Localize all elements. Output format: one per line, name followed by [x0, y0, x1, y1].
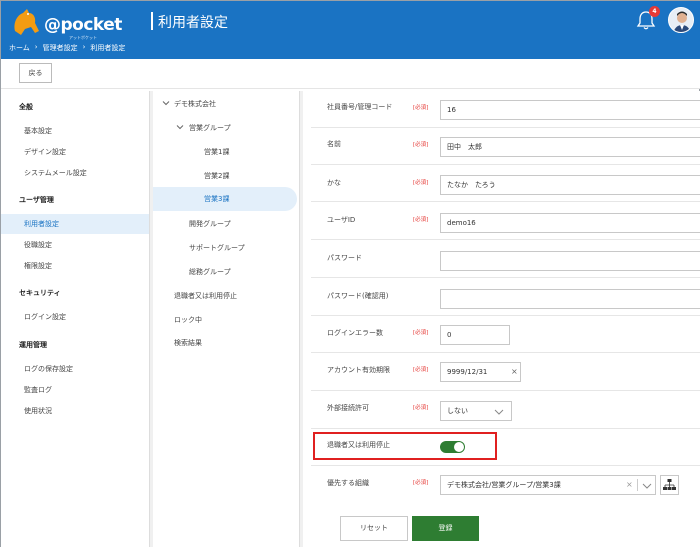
login-errors-label: ログインエラー数	[327, 329, 383, 337]
logo-sub: アットポケット	[69, 35, 97, 40]
breadcrumb-home[interactable]: ホーム	[9, 43, 30, 53]
breadcrumb-current: 利用者設定	[90, 44, 126, 52]
form-row-expiry: アカウント有効期限 [必須] 9999/12/31 ×	[311, 354, 700, 391]
form-row-login-errors: ログインエラー数 [必須] 0	[311, 316, 700, 353]
clear-date-icon[interactable]: ×	[511, 367, 518, 376]
app-logo[interactable]: @pocket アットポケット	[9, 5, 129, 40]
sidebar-item-usage[interactable]: 使用状況	[1, 401, 149, 421]
sidebar-item-login[interactable]: ログイン設定	[1, 307, 149, 327]
password-label: パスワード	[327, 254, 362, 262]
external-access-value: しない	[447, 407, 468, 415]
page-title: 利用者設定	[158, 15, 228, 31]
required-badge: [必須]	[413, 480, 429, 486]
form-row-password: パスワード	[311, 241, 700, 278]
expiry-label: アカウント有効期限	[327, 366, 390, 374]
employee-no-label: 社員番号/管理コード	[327, 103, 393, 111]
select-divider	[637, 479, 638, 491]
clear-org-icon[interactable]: ×	[626, 476, 633, 494]
required-badge: [必須]	[413, 180, 429, 186]
required-badge: [必須]	[413, 367, 429, 373]
tree-item-root[interactable]: デモ株式会社	[174, 99, 216, 109]
tree-item-sales-3[interactable]: 営業3課	[153, 187, 297, 211]
tree-item-support-group[interactable]: サポートグループ	[189, 243, 245, 253]
nav-section-security: セキュリティ	[19, 289, 61, 297]
form-row-user-id: ユーザID [必須] demo16	[311, 203, 700, 240]
name-input[interactable]: 田中 太郎	[440, 137, 700, 157]
kangaroo-logo-icon	[14, 9, 39, 35]
sidebar-item-log-retention[interactable]: ログの保存設定	[1, 359, 149, 379]
tree-item-sales-group[interactable]: 営業グループ	[189, 123, 231, 133]
form-row-org: 優先する組織 [必須] デモ株式会社/営業グループ/営業3課 ×	[311, 467, 700, 504]
back-button[interactable]: 戻る	[19, 63, 52, 83]
submit-button[interactable]: 登録	[412, 516, 479, 541]
chevron-down-icon[interactable]	[162, 99, 170, 107]
user-id-label: ユーザID	[327, 216, 356, 224]
org-label: 優先する組織	[327, 479, 369, 487]
sidebar-item-system-mail[interactable]: システムメール設定	[1, 163, 149, 183]
form-row-external-access: 外部接続許可 [必須] しない	[311, 392, 700, 429]
chevron-down-icon[interactable]	[176, 123, 184, 131]
tree-item-general-affairs-group[interactable]: 総務グループ	[189, 267, 231, 277]
retired-highlight-box	[313, 432, 497, 460]
logo-text: @pocket	[44, 15, 122, 35]
org-select[interactable]: デモ株式会社/営業グループ/営業3課 ×	[440, 475, 656, 495]
expiry-date-input[interactable]: 9999/12/31	[440, 362, 521, 382]
external-access-select[interactable]: しない	[440, 401, 512, 421]
notification-badge: 4	[649, 6, 660, 17]
breadcrumb-separator: ›	[34, 43, 38, 51]
tree-item-dev-group[interactable]: 開発グループ	[189, 219, 231, 229]
employee-no-input[interactable]: 16	[440, 100, 700, 120]
tree-item-locked[interactable]: ロック中	[174, 315, 202, 325]
nav-section-user-management: ユーザ管理	[19, 196, 54, 204]
tree-item-sales-2[interactable]: 営業2課	[204, 171, 229, 181]
breadcrumb: ホーム › 管理者設定 › 利用者設定	[9, 43, 125, 53]
chevron-down-icon	[494, 409, 504, 415]
kana-label: かな	[327, 179, 341, 187]
form-row-kana: かな [必須] たなか たろう	[311, 165, 700, 202]
required-badge: [必須]	[413, 330, 429, 336]
name-label: 名前	[327, 140, 341, 148]
kana-input[interactable]: たなか たろう	[440, 175, 700, 195]
breadcrumb-separator: ›	[82, 43, 86, 51]
app-header: @pocket アットポケット 利用者設定 ホーム › 管理者設定 › 利用者設…	[1, 1, 700, 59]
nav-section-operations: 運用管理	[19, 341, 47, 349]
org-chart-icon	[663, 479, 676, 490]
sidebar-item-basic[interactable]: 基本設定	[1, 121, 149, 141]
form-row-password-confirm: パスワード(確認用)	[311, 279, 700, 316]
org-value: デモ株式会社/営業グループ/営業3課	[447, 481, 561, 489]
password-input[interactable]	[440, 251, 700, 271]
tree-item-retired[interactable]: 退職者又は利用停止	[174, 291, 237, 301]
user-photo-icon	[669, 8, 693, 32]
form-row-employee-no: 社員番号/管理コード [必須] 16	[311, 91, 700, 128]
sidebar-item-permissions[interactable]: 権限設定	[1, 256, 149, 276]
reset-button[interactable]: リセット	[340, 516, 408, 541]
form-row-name: 名前 [必須] 田中 太郎	[311, 128, 700, 165]
login-errors-input[interactable]: 0	[440, 325, 510, 345]
sidebar-item-audit-log[interactable]: 監査ログ	[1, 380, 149, 400]
required-badge: [必須]	[413, 142, 429, 148]
password-confirm-label: パスワード(確認用)	[327, 292, 389, 300]
header-divider	[151, 12, 153, 30]
toolbar: 戻る	[1, 59, 700, 89]
external-access-label: 外部接続許可	[327, 404, 369, 412]
toggle-knob	[454, 442, 464, 452]
chevron-down-icon	[642, 483, 652, 489]
user-avatar[interactable]	[668, 7, 694, 33]
user-id-input[interactable]: demo16	[440, 213, 700, 233]
org-tree-button[interactable]	[660, 475, 679, 495]
required-badge: [必須]	[413, 105, 429, 111]
nav-section-general: 全般	[19, 103, 33, 111]
password-confirm-input[interactable]	[440, 289, 700, 309]
tree-item-search-results[interactable]: 検索結果	[174, 338, 202, 348]
required-badge: [必須]	[413, 405, 429, 411]
tree-item-sales-1[interactable]: 営業1課	[204, 147, 229, 157]
sidebar-item-design[interactable]: デザイン設定	[1, 142, 149, 162]
sidebar-item-positions[interactable]: 役職設定	[1, 235, 149, 255]
sidebar-item-user-settings[interactable]: 利用者設定	[1, 214, 149, 234]
required-badge: [必須]	[413, 217, 429, 223]
breadcrumb-admin-settings[interactable]: 管理者設定	[43, 43, 78, 53]
